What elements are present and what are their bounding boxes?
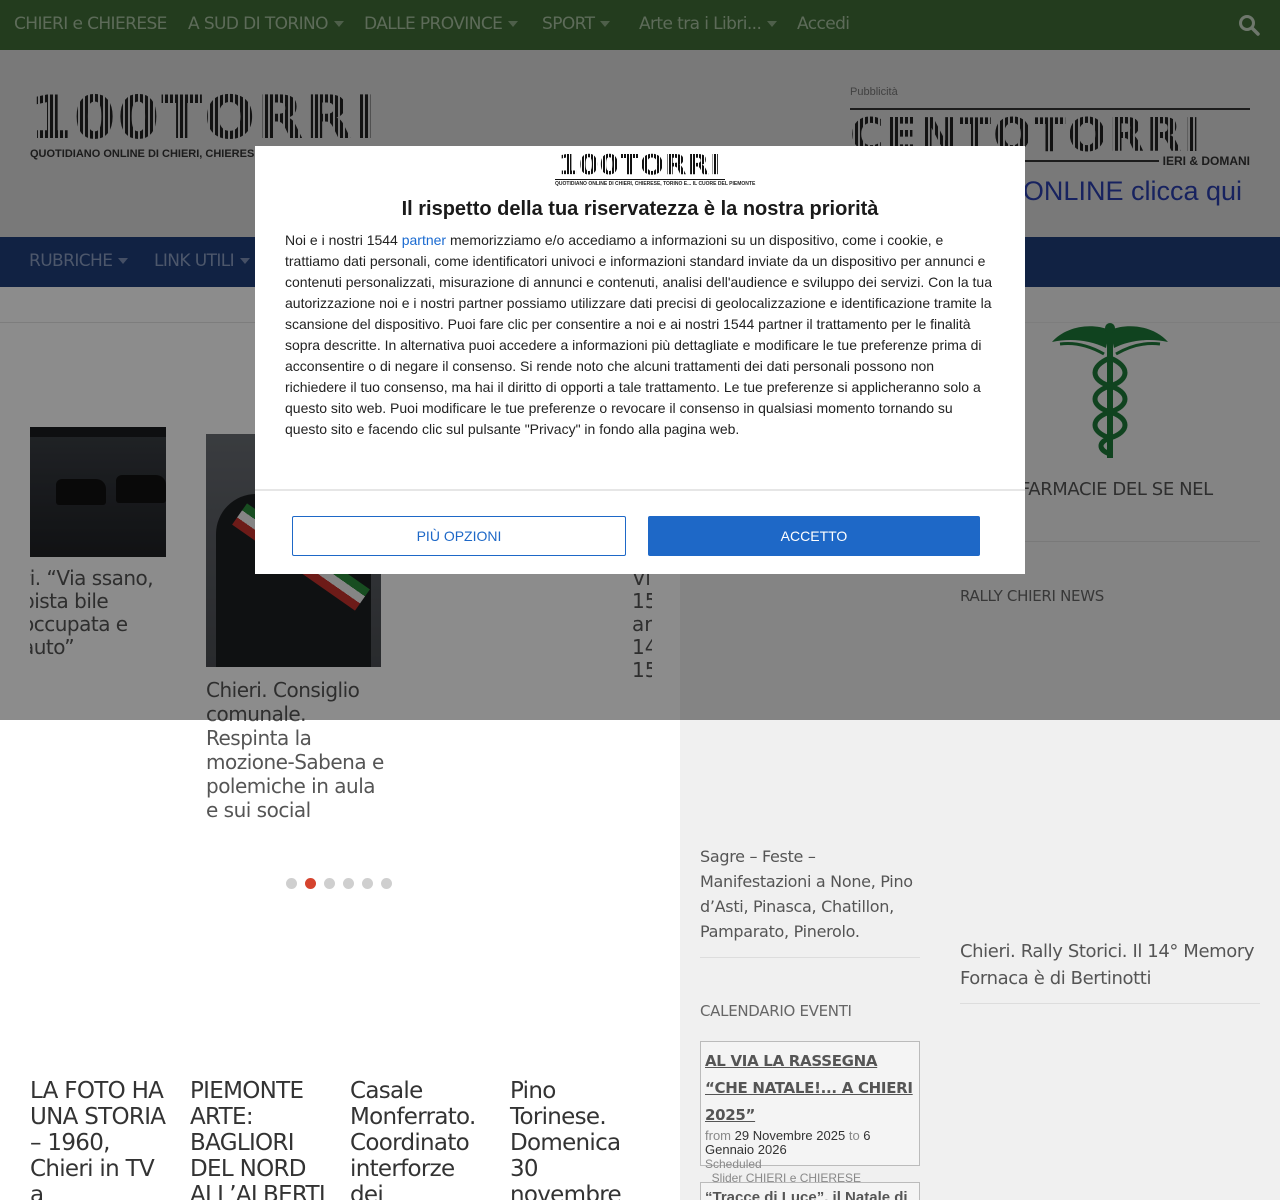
article-title[interactable]: PIEMONTE ARTE: BAGLIORI DEL NORD ALL’ALB… [190, 1078, 330, 1200]
event-title-link[interactable]: AL VIA LA RASSEGNA “CHE NATALE!... A CHI… [705, 1048, 915, 1129]
slider-dot[interactable] [286, 878, 297, 889]
rally-article-link[interactable]: Chieri. Rally Storici. Il 14° Memory For… [960, 938, 1260, 992]
article-title[interactable]: Casale Monferrato. Coordinato interforze… [350, 1078, 490, 1200]
slider-dot[interactable] [324, 878, 335, 889]
consent-title: Il rispetto della tua riservatezza è la … [401, 198, 879, 220]
slider-dot[interactable] [343, 878, 354, 889]
article-title[interactable]: LA FOTO HA UNA STORIA – 1960, Chieri in … [30, 1078, 170, 1200]
event-card: “Tracce di Luce”, il Natale di [700, 1182, 920, 1200]
modal-logo: 100TORRI QUOTIDIANO ONLINE DI CHIERI, CH… [555, 151, 756, 187]
event-dates: from 29 Novembre 2025 to 6 Gennaio 2026 [705, 1129, 915, 1157]
article-title[interactable]: Pino Torinese. Domenica 30 novembre “Sen… [510, 1078, 650, 1200]
event-title-link[interactable]: “Tracce di Luce”, il Natale di [705, 1189, 915, 1200]
slider-dot-active[interactable] [305, 878, 316, 889]
event-card: AL VIA LA RASSEGNA “CHE NATALE!... A CHI… [700, 1041, 920, 1185]
slider-pagination [286, 878, 400, 890]
consent-body-text: Noi e i nostri 1544 partner memorizziamo… [285, 230, 997, 440]
modal-divider [255, 489, 1025, 491]
slider-dot[interactable] [381, 878, 392, 889]
consent-text: Noi e i nostri 1544 [285, 232, 402, 248]
slider-dot[interactable] [362, 878, 373, 889]
from-label: from [705, 1128, 731, 1143]
cookie-consent-dialog: 100TORRI QUOTIDIANO ONLINE DI CHIERI, CH… [255, 146, 1025, 574]
consent-text: memorizziamo e/o accediamo a informazion… [285, 232, 992, 437]
accept-button[interactable]: ACCETTO [648, 516, 980, 556]
more-options-button[interactable]: PIÙ OPZIONI [292, 516, 626, 556]
modal-logo-tagline: QUOTIDIANO ONLINE DI CHIERI, CHIERESE, T… [555, 181, 756, 187]
modal-logo-wordmark: 100TORRI [555, 151, 725, 180]
event-status: Scheduled [705, 1157, 762, 1171]
partner-link[interactable]: partner [402, 232, 446, 248]
calendar-widget-title: CALENDARIO EVENTI [700, 1002, 852, 1020]
event-start-date: 29 Novembre 2025 [734, 1128, 846, 1143]
divider [700, 957, 920, 958]
to-label: to [848, 1128, 860, 1143]
sagre-article-link[interactable]: Sagre – Feste – Manifestazioni a None, P… [700, 844, 920, 944]
divider [960, 1003, 1260, 1004]
